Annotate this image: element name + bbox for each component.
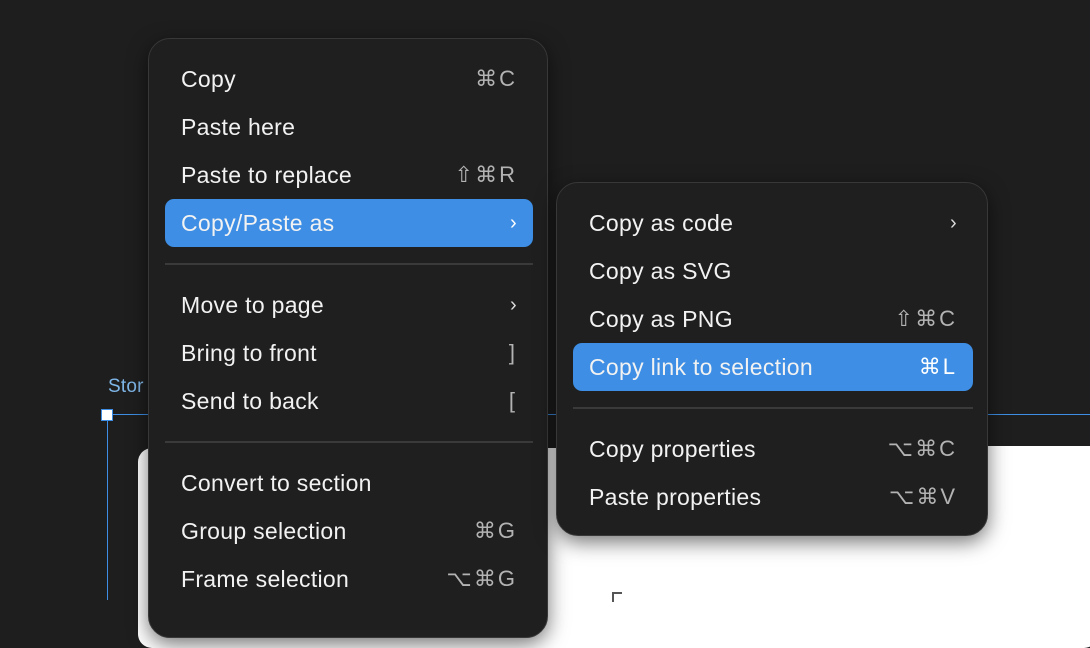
shortcut-label: ⌘L: [918, 354, 957, 379]
menu-item-copy-paste-as[interactable]: Copy/Paste as ›: [165, 199, 533, 247]
menu-item-bring-to-front[interactable]: Bring to front ]: [165, 329, 533, 377]
shortcut-label: ⌘G: [473, 518, 517, 543]
shortcut-label: ⌘C: [475, 66, 517, 91]
menu-item-label: Copy/Paste as: [181, 209, 335, 236]
menu-item-copy[interactable]: Copy ⌘C: [165, 55, 533, 103]
menu-item-frame-selection[interactable]: Frame selection ⌥⌘G: [165, 555, 533, 603]
context-menu: Copy ⌘C Paste here Paste to replace ⇧⌘R …: [148, 38, 548, 638]
menu-item-copy-link-to-selection[interactable]: Copy link to selection ⌘L: [573, 343, 973, 391]
menu-item-label: Copy as code: [589, 209, 734, 236]
menu-item-convert-to-section[interactable]: Convert to section: [165, 459, 533, 507]
shortcut-label: ⌥⌘C: [887, 436, 957, 461]
menu-divider: [573, 407, 973, 409]
shortcut-label: ]: [508, 340, 517, 365]
copy-paste-as-submenu: Copy as code › Copy as SVG Copy as PNG ⇧…: [556, 182, 988, 536]
menu-item-label: Copy properties: [589, 435, 756, 462]
menu-item-label: Convert to section: [181, 469, 372, 496]
menu-item-label: Paste here: [181, 113, 296, 140]
frame-content-area[interactable]: [980, 446, 1090, 600]
menu-item-label: Copy link to selection: [589, 353, 813, 380]
shortcut-label: ⌥⌘G: [446, 566, 517, 591]
selection-border-left: [107, 415, 108, 600]
chevron-right-icon: ›: [950, 211, 957, 234]
menu-item-copy-as-png[interactable]: Copy as PNG ⇧⌘C: [573, 295, 973, 343]
menu-item-copy-as-svg[interactable]: Copy as SVG: [573, 247, 973, 295]
shortcut-label: ⇧⌘C: [894, 306, 957, 331]
menu-item-label: Frame selection: [181, 565, 350, 592]
menu-item-label: Copy as SVG: [589, 257, 732, 284]
chevron-right-icon: ›: [510, 211, 517, 234]
shortcut-label: [: [508, 388, 517, 413]
menu-item-label: Bring to front: [181, 339, 317, 366]
menu-item-label: Send to back: [181, 387, 319, 414]
menu-item-label: Paste properties: [589, 483, 762, 510]
menu-item-paste-to-replace[interactable]: Paste to replace ⇧⌘R: [165, 151, 533, 199]
menu-item-copy-properties[interactable]: Copy properties ⌥⌘C: [573, 425, 973, 473]
menu-item-label: Move to page: [181, 291, 324, 318]
shortcut-label: ⌥⌘V: [888, 484, 957, 509]
menu-item-paste-here[interactable]: Paste here: [165, 103, 533, 151]
menu-item-label: Group selection: [181, 517, 347, 544]
menu-divider: [165, 263, 533, 265]
menu-item-send-to-back[interactable]: Send to back [: [165, 377, 533, 425]
frame-label[interactable]: Stor: [108, 376, 144, 398]
menu-item-move-to-page[interactable]: Move to page ›: [165, 281, 533, 329]
selection-resize-handle[interactable]: [101, 409, 113, 421]
menu-item-label: Paste to replace: [181, 161, 353, 188]
menu-item-copy-as-code[interactable]: Copy as code ›: [573, 199, 973, 247]
shortcut-label: ⇧⌘R: [454, 162, 517, 187]
menu-item-label: Copy as PNG: [589, 305, 733, 332]
chevron-right-icon: ›: [510, 293, 517, 316]
card-content-fragment: [612, 592, 622, 602]
menu-item-label: Copy: [181, 65, 236, 92]
menu-item-group-selection[interactable]: Group selection ⌘G: [165, 507, 533, 555]
menu-divider: [165, 441, 533, 443]
menu-item-paste-properties[interactable]: Paste properties ⌥⌘V: [573, 473, 973, 521]
